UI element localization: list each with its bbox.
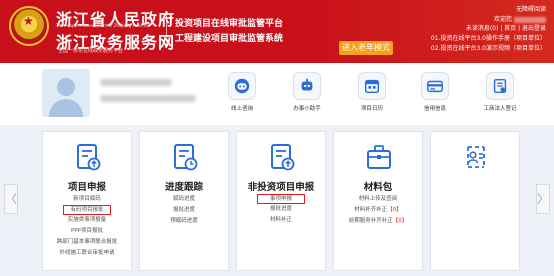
- link-material-upload[interactable]: 材料上传及查阅: [334, 194, 422, 205]
- national-emblem-icon: ★: [9, 6, 49, 46]
- robot-icon: [228, 72, 256, 100]
- quick-credit-info-label: 信用信息: [423, 106, 446, 112]
- quick-credit-info[interactable]: 信用信息: [405, 72, 465, 120]
- link-material-complete[interactable]: 材料补齐补正【0】: [334, 205, 422, 216]
- card-project-declaration: 项目申报 新项目赋码 有码项目报批 实施类事项报备 PPP项目报批 跨部门基本事…: [42, 131, 132, 271]
- user-card-icon: [467, 146, 485, 168]
- brand-title-english: The People's Government of Zhejiang Prov…: [56, 23, 150, 28]
- carousel-prev-arrow[interactable]: 〈: [4, 184, 18, 214]
- quick-project-calendar[interactable]: 项目日历: [342, 72, 402, 120]
- assistant-icon: [293, 72, 321, 100]
- quick-online-consult-label: 线上咨询: [230, 106, 253, 112]
- link-new-project-code[interactable]: 新项目赋码: [43, 194, 131, 205]
- link-material-complete-label: 材料补齐补正: [354, 207, 388, 213]
- user-avatar: [42, 69, 90, 117]
- header-divider: [166, 14, 167, 48]
- elder-mode-button[interactable]: 进入老年模式: [339, 41, 393, 55]
- link-pre-service-complete-label: 前期服务补齐补正: [348, 218, 393, 224]
- progress-clock-icon: [174, 144, 198, 171]
- system-title: 工程建设项目审批监管系统: [175, 34, 284, 44]
- card-title: 非投资项目申报: [247, 182, 315, 193]
- link-item-declaration[interactable]: 事项申报: [257, 194, 305, 204]
- card-title: 进度跟踪: [164, 182, 203, 193]
- site-header: ★ 浙江省人民政府 The People's Government of Zhe…: [0, 0, 554, 63]
- card-title: 材料包: [363, 182, 393, 193]
- link-code-progress[interactable]: 赋码进度: [140, 194, 228, 205]
- notice-manual-link[interactable]: 01.投资在线平台3.0操作手册（项目单位）: [431, 33, 546, 42]
- welcome-line: 欢迎您: [494, 14, 546, 23]
- avatar-head-shape: [57, 78, 75, 96]
- link-pre-code-progress[interactable]: 预赋码进度: [140, 216, 228, 227]
- brand-subtitle: 全国一体化在线政务服务平台: [58, 48, 124, 54]
- card-user-center[interactable]: [430, 131, 520, 271]
- link-approval-progress[interactable]: 报批进度: [237, 204, 325, 215]
- registration-icon: [486, 72, 514, 100]
- redacted-user-name: [100, 79, 172, 86]
- link-material-upload-label: 材料上传及查阅: [358, 196, 398, 202]
- link-cross-dept-joint-approval[interactable]: 跨部门基本事项联合报批: [43, 237, 131, 248]
- link-external-construction-approval[interactable]: 外线施工联合审批申请: [43, 248, 131, 259]
- card-progress-tracking: 进度跟踪 赋码进度 报批进度 预赋码进度: [139, 131, 229, 271]
- accessibility-link[interactable]: 无障碍阅读: [516, 4, 546, 13]
- quick-business-registration-label: 工商法人登记: [483, 106, 517, 112]
- count-badge: 【0】: [392, 218, 408, 224]
- platform-title: 投资项目在线审批监管平台: [175, 19, 284, 29]
- welcome-text: 欢迎您: [493, 16, 512, 23]
- carousel-next-arrow[interactable]: 〉: [536, 184, 550, 214]
- card-material-package: 材料包 材料上传及查阅 材料补齐补正【0】 前期服务补齐补正【0】: [333, 131, 423, 271]
- link-ppp-approval[interactable]: PPP项目报批: [43, 226, 131, 237]
- quick-online-consult[interactable]: 线上咨询: [212, 72, 272, 120]
- link-material-correction[interactable]: 材料补正: [237, 215, 325, 226]
- redacted-user-info: [100, 95, 196, 102]
- briefcase-icon: [367, 145, 391, 169]
- quick-assistant-label: 办事小助手: [293, 106, 321, 112]
- count-badge: 【0】: [387, 207, 402, 213]
- link-pre-service-complete[interactable]: 前期服务补齐补正【0】: [334, 216, 422, 227]
- link-approval-progress[interactable]: 报批进度: [140, 205, 228, 216]
- redacted-username: [514, 16, 546, 23]
- account-links[interactable]: 未读消息(0) | 首页 | 退出登录: [466, 23, 546, 32]
- card-title: 项目申报: [67, 182, 106, 193]
- calendar-icon: [358, 72, 386, 100]
- link-implementation-filing[interactable]: 实施类事项报备: [43, 215, 131, 226]
- notice-video-link[interactable]: 02.投资在线平台3.0演示视频（项目单位）: [431, 43, 546, 52]
- quick-business-registration[interactable]: 工商法人登记: [470, 72, 530, 120]
- quick-project-calendar-label: 项目日历: [360, 106, 383, 112]
- quick-assistant[interactable]: 办事小助手: [277, 72, 337, 120]
- document-upload-icon: [77, 144, 101, 171]
- link-coded-project-approval[interactable]: 有码项目报批: [63, 205, 111, 215]
- card-non-investment-declaration: 非投资项目申报 事项申报 报批进度 材料补正: [236, 131, 326, 271]
- avatar-body-shape: [49, 99, 83, 117]
- credit-card-icon: [421, 72, 449, 100]
- document-upload-icon: [271, 144, 295, 171]
